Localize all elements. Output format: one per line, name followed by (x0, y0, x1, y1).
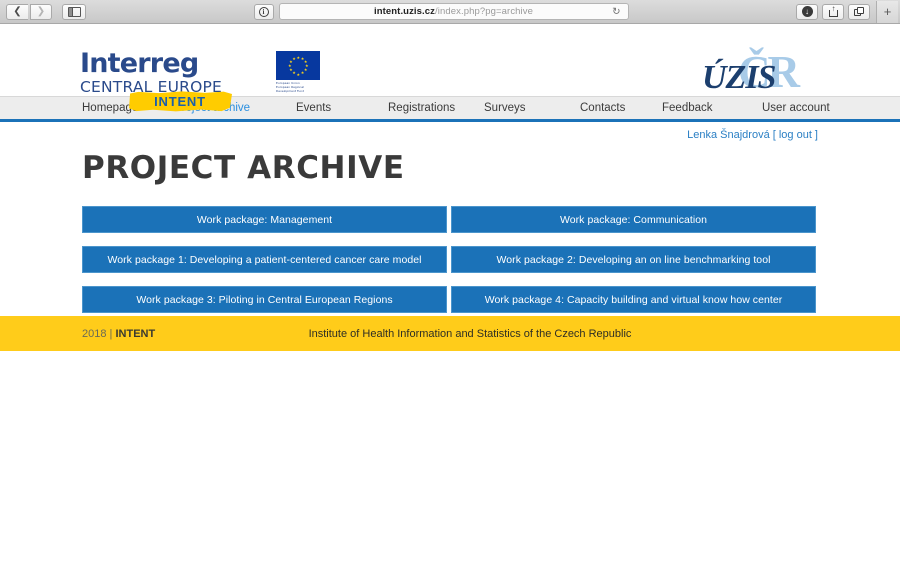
nav-item-surveys[interactable]: Surveys (484, 102, 580, 114)
work-package-button[interactable]: Work package 3: Piloting in Central Euro… (82, 286, 447, 313)
page-title: PROJECT ARCHIVE (82, 150, 405, 186)
eu-caption: European Union European Regional Developme… (276, 81, 324, 94)
work-package-button[interactable]: Work package: Communication (451, 206, 816, 233)
nav-item-events[interactable]: Events (296, 102, 388, 114)
downloads-icon: ↓ (801, 6, 813, 17)
address-area: i intent.uzis.cz/index.php?pg=archive ↻ (86, 3, 796, 20)
forward-button[interactable]: ❯ (30, 3, 52, 20)
show-tabs-icon (853, 6, 865, 17)
page-body: Interreg CENTRAL EUROPE ★ ★ ★ ★ ★ ★ ★ ★ ★ ★ ★ ★ Eur… (0, 24, 900, 561)
eu-caption-line: Development Fund (276, 88, 305, 93)
eu-star-icon: ★ (292, 55, 296, 61)
eu-star-icon: ★ (288, 63, 292, 68)
eu-star-icon: ★ (300, 70, 305, 76)
site-footer: 2018 | INTENT Institute of Health Inform… (0, 316, 900, 351)
eu-flag-icon: ★ ★ ★ ★ ★ ★ ★ ★ ★ ★ ★ ★ (276, 51, 320, 80)
nav-item-feedback[interactable]: Feedback (662, 102, 762, 114)
sidebar-toggle-button[interactable] (62, 3, 86, 20)
eu-star-icon: ★ (289, 67, 293, 73)
uzis-logo[interactable]: ČR ÚZIS (702, 50, 812, 100)
intent-badge-label: INTENT (154, 94, 206, 109)
intent-badge: INTENT (129, 91, 232, 112)
url-bar[interactable]: intent.uzis.cz/index.php?pg=archive ↻ (278, 3, 629, 20)
footer-brand: 2018 | INTENT (82, 328, 155, 340)
url-domain: intent.uzis.cz (373, 6, 436, 17)
footer-year: 2018 (82, 327, 107, 340)
browser-nav-buttons: ❮ ❯ (0, 3, 86, 20)
footer-brand-name: INTENT (115, 327, 156, 340)
site-header: Interreg CENTRAL EUROPE ★ ★ ★ ★ ★ ★ ★ ★ ★ ★ ★ ★ Eur… (0, 24, 900, 112)
eu-emblem: ★ ★ ★ ★ ★ ★ ★ ★ ★ ★ ★ ★ European Union European Regi… (276, 51, 324, 94)
nav-item-user-account[interactable]: User account (762, 102, 862, 114)
user-session-bar: Lenka Šnajdrová [ log out ] (0, 122, 900, 144)
share-icon: ↑ (828, 5, 838, 17)
work-package-grid: Work package: Management Work package: Co… (82, 206, 816, 313)
reader-view-button[interactable]: i (253, 3, 274, 20)
new-tab-button[interactable]: + (876, 0, 898, 23)
share-button[interactable]: ↑ (822, 3, 844, 20)
show-tabs-button[interactable] (848, 3, 870, 20)
eu-star-icon: ★ (296, 71, 301, 77)
interreg-wordmark: Interreg (80, 48, 199, 79)
work-package-button[interactable]: Work package 2: Developing an on line be… (451, 246, 816, 273)
downloads-button[interactable]: ↓ (796, 3, 818, 20)
url-path: /index.php?pg=archive (435, 6, 533, 17)
eu-star-icon: ★ (303, 67, 308, 73)
interreg-logo[interactable]: Interreg CENTRAL EUROPE ★ ★ ★ ★ ★ ★ ★ ★ ★ ★ ★ ★ Eur… (80, 48, 320, 96)
reader-view-icon: i (258, 6, 269, 17)
user-session-text[interactable]: Lenka Šnajdrová [ log out ] (687, 129, 818, 141)
browser-toolbar: ❮ ❯ i intent.uzis.cz/index.php?pg=archiv… (0, 0, 900, 24)
reload-icon[interactable]: ↻ (612, 6, 620, 17)
nav-item-registrations[interactable]: Registrations (388, 102, 484, 114)
work-package-button[interactable]: Work package: Management (82, 206, 447, 233)
url-text: intent.uzis.cz/index.php?pg=archive (374, 6, 533, 17)
work-package-button[interactable]: Work package 4: Capacity building and vi… (451, 286, 816, 313)
back-button[interactable]: ❮ (6, 3, 28, 20)
nav-item-contacts[interactable]: Contacts (580, 102, 662, 114)
browser-actions: ↓ ↑ + (796, 0, 900, 23)
eu-star-icon: ★ (296, 54, 301, 60)
sidebar-toggle-icon (67, 6, 81, 17)
uzis-text: ÚZIS (702, 59, 776, 96)
work-package-button[interactable]: Work package 1: Developing a patient-cen… (82, 246, 447, 273)
